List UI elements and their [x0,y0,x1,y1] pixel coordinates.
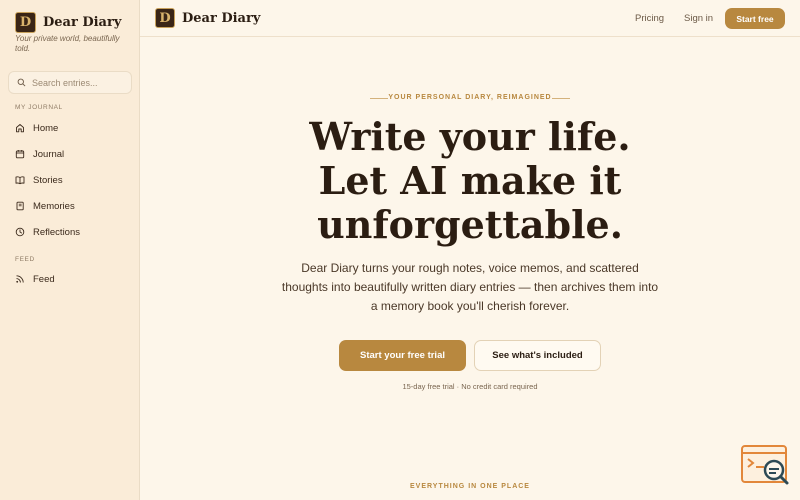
start-free-button[interactable]: Start free [725,8,785,29]
see-whats-included-button[interactable]: See what's included [474,340,601,371]
hero-headline: Write your life. Let AI make it unforget… [140,115,800,247]
section-label-feed: FEED [15,256,35,263]
home-icon [16,124,24,133]
section-label-my-journal: MY JOURNAL [15,104,63,111]
sidebar-item-label: Home [33,122,59,134]
sidebar-item-label: Stories [33,174,63,186]
start-free-trial-button[interactable]: Start your free trial [339,340,466,371]
headline-line: unforgettable. [317,202,623,247]
brand-logo: D [15,12,36,33]
headline-line: Write your life. [309,114,631,159]
brand-name: Dear Diary [182,10,261,26]
trial-fineprint: 15-day free trial · No credit card requi… [402,382,538,391]
sidebar-item-label: Reflections [33,226,80,238]
calendar-icon [15,150,25,159]
sign-in-link[interactable]: Sign in [684,13,713,24]
brand-tagline: Your private world, beautifully told. [15,34,120,53]
sidebar-item-label: Memories [33,200,75,212]
search-icon [17,78,26,87]
sidebar-item-home[interactable]: Home [15,121,58,135]
sidebar-item-memories[interactable]: Memories [15,199,75,213]
hero-subtext: Dear Diary turns your rough notes, voice… [281,261,659,313]
brand-logo-letter: D [159,10,171,26]
search-input[interactable] [32,77,127,88]
rss-icon [16,275,24,283]
eyebrow-divider-right [552,98,570,99]
hero-eyebrow: YOUR PERSONAL DIARY, REIMAGINED [388,94,552,101]
top-navbar: D Dear Diary Pricing Sign in Start free [140,0,800,37]
topbar-brand[interactable]: D Dear Diary [155,8,260,28]
hero-section: YOUR PERSONAL DIARY, REIMAGINED Write yo… [140,38,800,500]
sidebar: D Dear Diary Your private world, beautif… [0,0,140,500]
sidebar-item-label: Journal [33,148,65,160]
search-document-icon [741,445,789,485]
help-widget[interactable] [740,444,792,488]
sidebar-item-feed[interactable]: Feed [15,272,55,286]
book-open-icon [15,176,25,185]
sidebar-item-reflections[interactable]: Reflections [15,225,80,239]
notebook-icon [16,201,24,211]
sidebar-item-stories[interactable]: Stories [15,173,63,187]
pricing-link[interactable]: Pricing [635,13,664,24]
sidebar-item-journal[interactable]: Journal [15,147,64,161]
brand-name: Dear Diary [43,15,122,30]
brand-logo-letter: D [19,15,32,30]
next-section-heading: EVERYTHING IN ONE PLACE [410,483,530,490]
search-box[interactable] [8,71,132,94]
sidebar-item-label: Feed [33,273,55,285]
clock-icon [15,227,25,237]
sidebar-brand[interactable]: D Dear Diary [15,12,121,33]
brand-logo: D [155,8,175,28]
headline-line: Let AI make it [318,158,622,203]
